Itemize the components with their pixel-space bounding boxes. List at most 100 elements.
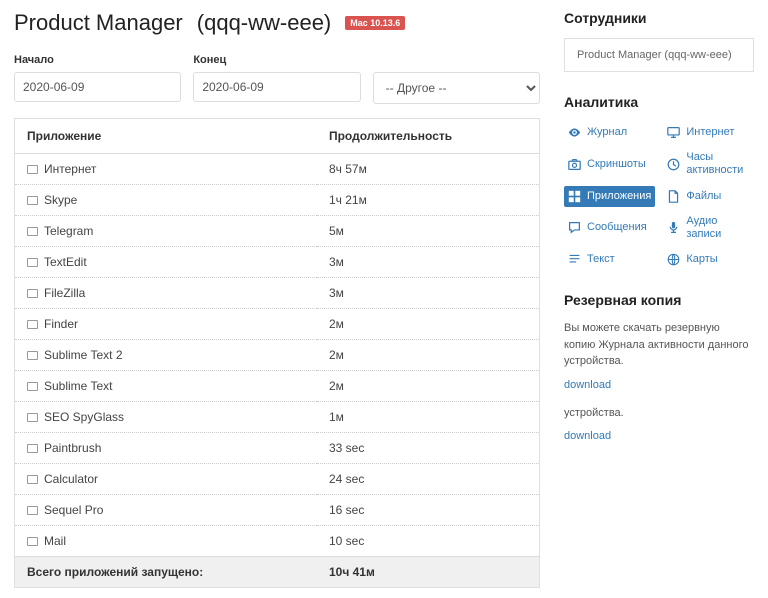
app-cell: TextEdit bbox=[15, 247, 317, 278]
duration-cell: 3м bbox=[317, 278, 540, 309]
employee-select[interactable]: Product Manager (qqq-ww-eee) bbox=[564, 38, 754, 72]
analytics-label: Сообщения bbox=[587, 221, 647, 234]
device-id: (qqq-ww-eee) bbox=[197, 10, 332, 36]
analytics-label: Журнал bbox=[587, 126, 627, 139]
analytics-label: Карты bbox=[686, 253, 717, 266]
analytics-item-text[interactable]: Текст bbox=[564, 249, 655, 270]
end-date-input[interactable] bbox=[193, 72, 360, 102]
analytics-title: Аналитика bbox=[564, 94, 754, 110]
window-icon bbox=[27, 289, 38, 298]
table-row: TextEdit3м bbox=[15, 247, 540, 278]
app-cell: Skype bbox=[15, 185, 317, 216]
duration-cell: 8ч 57м bbox=[317, 154, 540, 185]
chat-icon bbox=[568, 221, 581, 234]
monitor-icon bbox=[667, 126, 680, 139]
clock-icon bbox=[667, 158, 680, 171]
app-name: Sublime Text 2 bbox=[44, 348, 123, 362]
analytics-label: Интернет bbox=[686, 126, 734, 139]
page-title: Product Manager bbox=[14, 10, 183, 36]
app-cell: Calculator bbox=[15, 464, 317, 495]
window-icon bbox=[27, 444, 38, 453]
analytics-item-grid[interactable]: Приложения bbox=[564, 186, 655, 207]
duration-cell: 1ч 21м bbox=[317, 185, 540, 216]
globe-icon bbox=[667, 253, 680, 266]
app-cell: Telegram bbox=[15, 216, 317, 247]
window-icon bbox=[27, 382, 38, 391]
analytics-item-globe[interactable]: Карты bbox=[663, 249, 754, 270]
app-name: Sublime Text bbox=[44, 379, 112, 393]
app-cell: Finder bbox=[15, 309, 317, 340]
window-icon bbox=[27, 506, 38, 515]
window-icon bbox=[27, 475, 38, 484]
analytics-label: Файлы bbox=[686, 190, 721, 203]
eye-icon bbox=[568, 126, 581, 139]
window-icon bbox=[27, 320, 38, 329]
app-cell: Paintbrush bbox=[15, 433, 317, 464]
table-row: Skype1ч 21м bbox=[15, 185, 540, 216]
page-header: Product Manager (qqq-ww-eee) Mac 10.13.6 bbox=[14, 10, 540, 36]
window-icon bbox=[27, 258, 38, 267]
duration-cell: 10 sec bbox=[317, 526, 540, 557]
duration-cell: 2м bbox=[317, 340, 540, 371]
file-icon bbox=[667, 190, 680, 203]
col-duration: Продолжительность bbox=[317, 119, 540, 154]
table-row: Finder 2м bbox=[15, 309, 540, 340]
app-cell: Mail bbox=[15, 526, 317, 557]
app-cell: Интернет bbox=[15, 154, 317, 185]
other-select[interactable]: -- Другое -- bbox=[373, 72, 540, 104]
analytics-item-monitor[interactable]: Интернет bbox=[663, 122, 754, 143]
other-label bbox=[373, 54, 540, 66]
download-link[interactable]: download bbox=[564, 379, 611, 391]
analytics-item-clock[interactable]: Часы активности bbox=[663, 147, 754, 181]
total-value: 10ч 41м bbox=[317, 557, 540, 588]
duration-cell: 33 sec bbox=[317, 433, 540, 464]
table-row: Paintbrush33 sec bbox=[15, 433, 540, 464]
apps-table: Приложение Продолжительность Интернет 8ч … bbox=[14, 118, 540, 588]
col-app: Приложение bbox=[15, 119, 317, 154]
download-link-2[interactable]: download bbox=[564, 430, 611, 442]
end-label: Конец bbox=[193, 54, 360, 66]
duration-cell: 2м bbox=[317, 309, 540, 340]
analytics-label: Аудио записи bbox=[686, 215, 750, 241]
analytics-item-mic[interactable]: Аудио записи bbox=[663, 211, 754, 245]
grid-icon bbox=[568, 190, 581, 203]
analytics-label: Часы активности bbox=[686, 151, 750, 177]
os-badge: Mac 10.13.6 bbox=[345, 16, 405, 30]
mic-icon bbox=[667, 221, 680, 234]
duration-cell: 16 sec bbox=[317, 495, 540, 526]
app-name: Telegram bbox=[44, 224, 93, 238]
backup-text-2: устройства. bbox=[564, 405, 754, 422]
analytics-item-chat[interactable]: Сообщения bbox=[564, 211, 655, 245]
analytics-item-eye[interactable]: Журнал bbox=[564, 122, 655, 143]
analytics-item-camera[interactable]: Скриншоты bbox=[564, 147, 655, 181]
camera-icon bbox=[568, 158, 581, 171]
app-cell: Sublime Text bbox=[15, 371, 317, 402]
analytics-label: Скриншоты bbox=[587, 158, 646, 171]
table-row: Calculator 24 sec bbox=[15, 464, 540, 495]
duration-cell: 24 sec bbox=[317, 464, 540, 495]
duration-cell: 5м bbox=[317, 216, 540, 247]
window-icon bbox=[27, 227, 38, 236]
app-cell: Sublime Text 2 bbox=[15, 340, 317, 371]
backup-text: Вы можете скачать резервную копию Журнал… bbox=[564, 320, 754, 370]
analytics-item-file[interactable]: Файлы bbox=[663, 186, 754, 207]
app-name: Интернет bbox=[44, 162, 96, 176]
analytics-label: Текст bbox=[587, 253, 615, 266]
window-icon bbox=[27, 537, 38, 546]
table-row: Sublime Text 2м bbox=[15, 371, 540, 402]
app-name: Sequel Pro bbox=[44, 503, 103, 517]
window-icon bbox=[27, 413, 38, 422]
table-row: Sequel Pro 16 sec bbox=[15, 495, 540, 526]
employees-title: Сотрудники bbox=[564, 10, 754, 26]
start-date-input[interactable] bbox=[14, 72, 181, 102]
table-row: FileZilla3м bbox=[15, 278, 540, 309]
duration-cell: 2м bbox=[317, 371, 540, 402]
app-cell: FileZilla bbox=[15, 278, 317, 309]
window-icon bbox=[27, 196, 38, 205]
duration-cell: 3м bbox=[317, 247, 540, 278]
table-row: Telegram 5м bbox=[15, 216, 540, 247]
table-row: Mail10 sec bbox=[15, 526, 540, 557]
app-name: Finder bbox=[44, 317, 78, 331]
window-icon bbox=[27, 351, 38, 360]
app-name: Calculator bbox=[44, 472, 98, 486]
